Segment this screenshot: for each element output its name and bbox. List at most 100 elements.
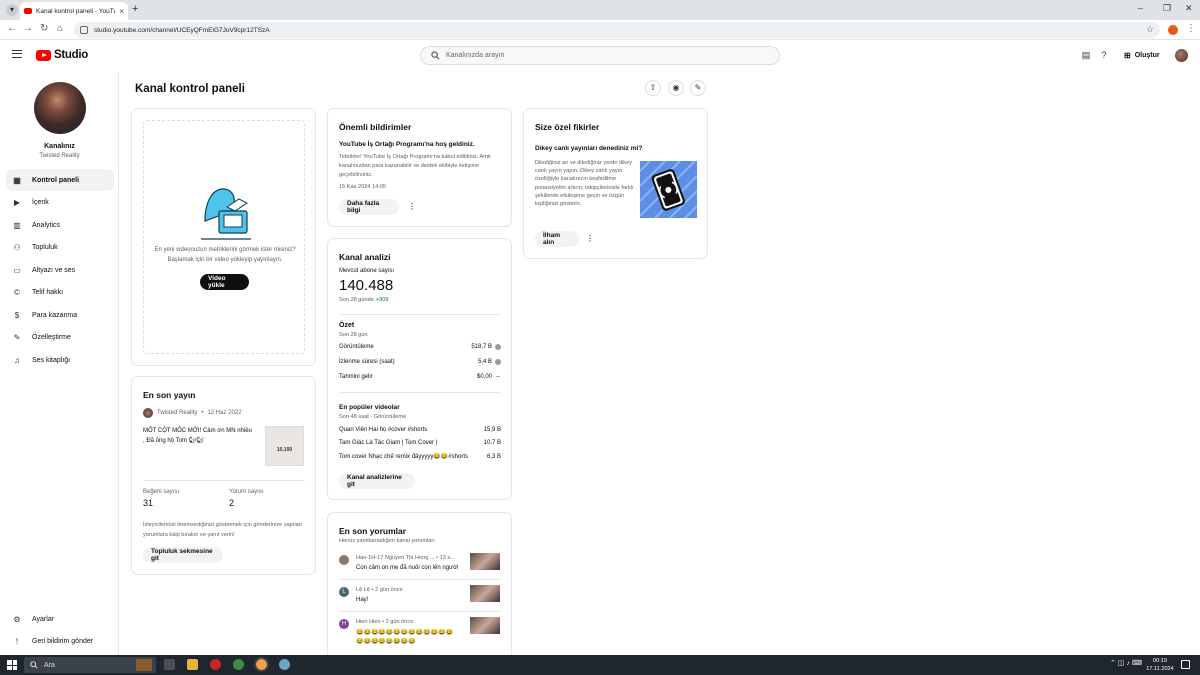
author-avatar[interactable] xyxy=(143,408,153,418)
metric-label: Görüntüleme xyxy=(339,344,374,350)
sidebar-item-subtitles[interactable]: ▭ Altyazı ve ses xyxy=(6,259,114,281)
task-view-icon[interactable] xyxy=(164,659,175,670)
sidebar-item-analytics[interactable]: ▥ Analytics xyxy=(6,214,114,236)
more-options-icon[interactable]: ⋮ xyxy=(586,234,594,243)
taskbar-search-placeholder: Ara xyxy=(44,661,55,669)
comments-count: 2 xyxy=(229,498,235,508)
comment-item[interactable]: L Lệ Lệ • 2 gün önce Hay! xyxy=(339,585,501,613)
video-thumbnail[interactable] xyxy=(470,617,500,634)
summary-period: Son 28 gün xyxy=(339,332,368,338)
post-thumbnail[interactable]: 10,100 xyxy=(265,426,304,466)
search-placeholder: Kanalınızda arayın xyxy=(446,52,505,59)
file-explorer-icon[interactable] xyxy=(187,659,198,670)
top-video-row[interactable]: Quan Viên Hai họ #cover #shorts 15,9 B xyxy=(339,427,501,433)
taskbar-clock[interactable]: 00:19 17.11.2024 xyxy=(1144,657,1176,673)
sidebar-item-copyright[interactable]: © Telif hakkı xyxy=(6,281,114,303)
minimize-icon[interactable]: – xyxy=(1138,3,1143,13)
tab-search-icon[interactable]: ▾ xyxy=(6,4,18,16)
upload-card: En yeni videonuzun metriklerini görmek i… xyxy=(131,108,316,366)
sidebar-item-monetization[interactable]: $ Para kazanma xyxy=(6,304,114,326)
sidebar-item-dashboard[interactable]: ▦ Kontrol paneli xyxy=(6,169,114,191)
create-button[interactable]: ⊞ Oluştur xyxy=(1118,46,1166,65)
system-tray-icons[interactable]: ⌃ ◫ ♪ ⌨ xyxy=(1110,659,1142,667)
video-thumbnail[interactable] xyxy=(470,553,500,570)
taskbar: Ara ⌃ ◫ ♪ ⌨ 00:19 17.11.2024 xyxy=(0,655,1200,675)
hamburger-menu-icon[interactable] xyxy=(12,50,22,58)
studio-logo[interactable]: Studio xyxy=(36,49,88,61)
maximize-icon[interactable]: ❐ xyxy=(1163,3,1171,14)
comment-item[interactable]: Han-1H-17 Nguyen Thi Hong ... • 13 s... … xyxy=(339,553,501,581)
summary-title: Özet xyxy=(339,322,355,329)
sidebar-item-label: Analytics xyxy=(32,221,61,229)
post-note: İzleyicilerinizi önemsediğinizi gösterme… xyxy=(143,522,302,538)
chrome-icon[interactable] xyxy=(233,659,244,670)
community-tab-button[interactable]: Topluluk sekmesine git xyxy=(143,547,223,563)
analytics-card: Kanal analizi Mevcut abone sayısı 140.48… xyxy=(327,238,512,500)
sidebar-item-feedback[interactable]: ! Geri bildirim gönder xyxy=(6,630,114,652)
site-info-icon[interactable] xyxy=(80,26,88,34)
idea-body: Dilediğiniz an ve dilediğiniz yerde dike… xyxy=(535,160,634,208)
channel-avatar[interactable] xyxy=(34,82,86,134)
commenter-avatar[interactable] xyxy=(339,555,349,565)
subs-period: Son 28 günde xyxy=(339,297,374,303)
learn-more-button[interactable]: Daha fazla bilgi xyxy=(339,199,399,215)
video-thumbnail[interactable] xyxy=(470,585,500,602)
app-icon[interactable] xyxy=(279,659,290,670)
comment-item[interactable]: H Hien Hien • 2 gün önce 😂😂😂😂😂😂😂😂😂😂😂😂😂😂😂… xyxy=(339,617,501,651)
info-icon[interactable] xyxy=(495,344,501,350)
forward-icon[interactable]: → xyxy=(23,23,33,34)
commenter-avatar[interactable]: L xyxy=(339,587,349,597)
account-avatar[interactable] xyxy=(1175,49,1188,62)
bookmark-star-icon[interactable]: ☆ xyxy=(1146,24,1154,35)
comments-label: Yorum sayısı xyxy=(229,489,264,495)
reload-icon[interactable]: ↻ xyxy=(40,23,48,34)
commenter-avatar[interactable]: H xyxy=(339,619,349,629)
get-inspired-button[interactable]: İlham alın xyxy=(535,231,579,247)
clock-date: 17.11.2024 xyxy=(1146,666,1174,672)
dash-icon: – xyxy=(496,374,500,380)
channel-analytics-button[interactable]: Kanal analizlerine git xyxy=(339,473,415,489)
browser-menu-icon[interactable]: ⋮ xyxy=(1186,23,1196,34)
metric-value: 518,7 B xyxy=(471,344,492,350)
more-options-icon[interactable]: ⋮ xyxy=(408,202,416,211)
likes-label: Beğeni sayısı xyxy=(143,489,180,495)
captions-icon[interactable]: ▤ xyxy=(1081,50,1091,60)
sidebar-item-community[interactable]: ⚇ Topluluk xyxy=(6,236,114,258)
sidebar-item-settings[interactable]: ⚙ Ayarlar xyxy=(6,608,114,630)
browser-tab[interactable]: Kanal kontrol paneli - YouTube × xyxy=(20,2,128,20)
top-video-row[interactable]: Tom cover Nhạc chế remix đâyyyyy😂😂#short… xyxy=(339,453,501,461)
top-videos-title: En popüler videolar xyxy=(339,404,400,411)
go-live-icon[interactable]: ◉ xyxy=(668,80,684,96)
subs-change: Son 28 günde +909 xyxy=(339,297,388,303)
sidebar-item-customization[interactable]: ✎ Özelleştirme xyxy=(6,326,114,348)
comment-text: Hay! xyxy=(356,597,369,603)
comment-text: 😂😂😂😂😂😂😂😂😂😂😂😂😂😂😂😂😂😂😂😂😂 xyxy=(356,630,454,645)
subtitles-icon: ▭ xyxy=(13,265,21,275)
channel-handle: Twisted Reality xyxy=(39,153,80,159)
upload-dropzone[interactable]: En yeni videonuzun metriklerini görmek i… xyxy=(143,120,305,354)
top-video-row[interactable]: Tam Giác Là Tác Giam | Tom Cover | 10,7 … xyxy=(339,440,501,446)
new-tab-icon[interactable]: + xyxy=(132,3,138,15)
windows-start-icon[interactable] xyxy=(7,660,17,670)
upload-icon[interactable]: ⇧ xyxy=(645,80,661,96)
close-tab-icon[interactable]: × xyxy=(119,7,124,16)
sidebar-item-content[interactable]: ▶ İçerik xyxy=(6,191,114,213)
create-post-icon[interactable]: ✎ xyxy=(690,80,706,96)
home-icon[interactable]: ⌂ xyxy=(57,23,63,34)
upload-video-button[interactable]: Video yükle xyxy=(200,274,249,290)
comment-meta: Lệ Lệ • 2 gün önce xyxy=(356,587,403,593)
help-icon[interactable]: ? xyxy=(1099,50,1109,60)
upload-prompt: En yeni videonuzun metriklerini görmek i… xyxy=(154,247,296,263)
extension-icon[interactable] xyxy=(1168,25,1178,35)
notification-center-icon[interactable] xyxy=(1181,660,1190,669)
app-icon[interactable] xyxy=(210,659,221,670)
close-window-icon[interactable]: ✕ xyxy=(1185,3,1193,14)
browser-app-icon[interactable] xyxy=(254,657,269,672)
sidebar-item-audio-library[interactable]: ♫ Ses kitaplığı xyxy=(6,349,114,371)
address-bar[interactable]: studio.youtube.com/channel/UCEyQFmEiG7Jo… xyxy=(74,22,1160,38)
search-input[interactable]: Kanalınızda arayın xyxy=(420,46,780,65)
taskbar-search-input[interactable]: Ara xyxy=(24,657,156,673)
video-views: 6,3 B xyxy=(486,453,501,460)
back-icon[interactable]: ← xyxy=(7,23,17,34)
info-icon[interactable] xyxy=(495,359,501,365)
